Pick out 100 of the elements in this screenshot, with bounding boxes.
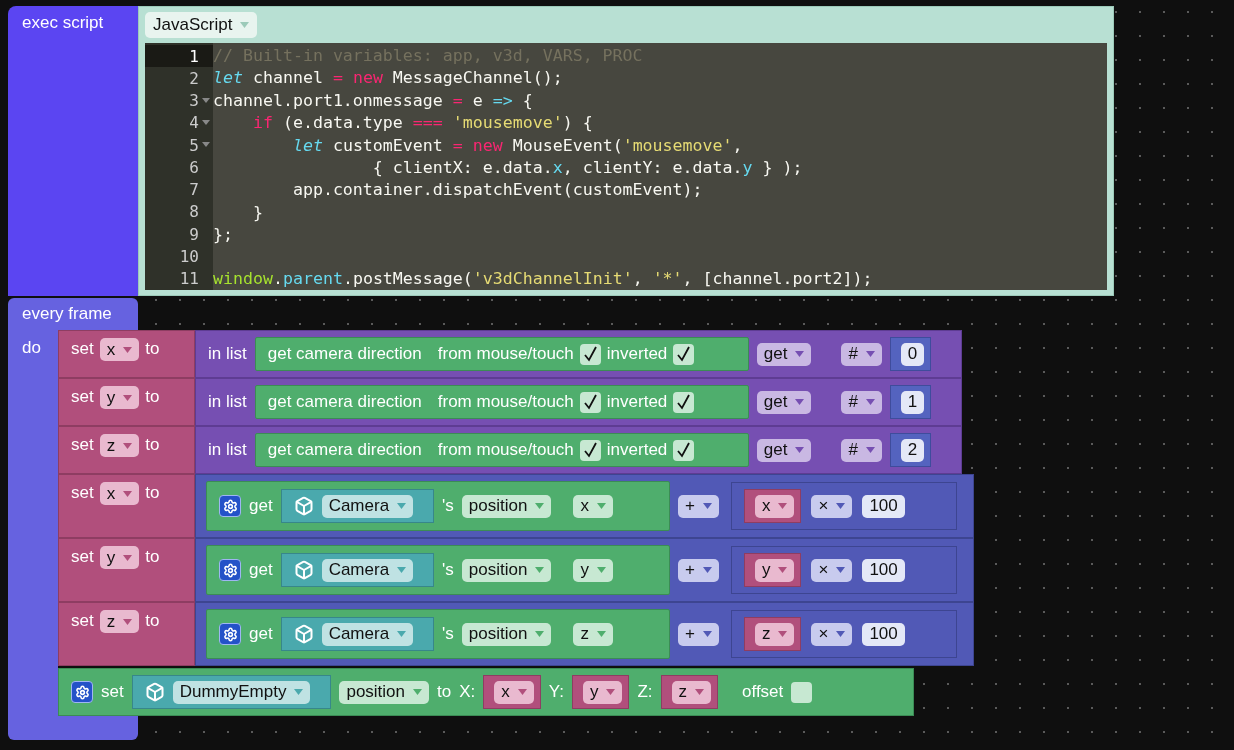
settings-icon[interactable] [219, 623, 241, 645]
number-field[interactable]: 100 [862, 494, 905, 518]
get-property-block[interactable]: get Camera 's position z [206, 609, 670, 659]
property-dropdown[interactable]: position [461, 558, 552, 582]
math-block[interactable]: get Camera 's position x + x × 100 [195, 474, 974, 538]
object-block[interactable]: DummyEmpty [131, 675, 332, 709]
index-dropdown[interactable]: # [841, 342, 882, 366]
operator-dropdown[interactable]: × [811, 622, 853, 646]
checkmark-icon [676, 346, 692, 362]
in-list-block[interactable]: in list get camera direction from mouse/touch inverted get # 0 [195, 330, 962, 378]
operator-dropdown[interactable]: × [811, 558, 853, 582]
object-dropdown[interactable]: Camera [321, 494, 414, 518]
checkbox[interactable] [673, 439, 695, 461]
settings-icon[interactable] [71, 681, 93, 703]
number-field[interactable]: 100 [862, 622, 905, 646]
in-list-block[interactable]: in list get camera direction from mouse/touch inverted get # 1 [195, 378, 962, 426]
axis-dropdown[interactable]: z [573, 622, 613, 646]
variable-dropdown[interactable]: x [99, 338, 140, 361]
variable-block[interactable]: y [571, 675, 630, 709]
number-field[interactable]: 100 [862, 558, 905, 582]
get-property-block[interactable]: get Camera 's position x [206, 481, 670, 531]
object-dropdown[interactable]: DummyEmpty [172, 680, 311, 704]
set-block[interactable]: set x to [58, 330, 195, 378]
variable-block[interactable]: x [743, 489, 802, 523]
variable-block[interactable]: x [483, 675, 541, 709]
variable-dropdown[interactable]: x [99, 482, 140, 505]
checkbox[interactable] [579, 439, 601, 461]
multiply-block[interactable]: y × 100 [730, 546, 957, 594]
line-number: 5 [145, 134, 213, 157]
language-dropdown[interactable]: JavaScript [145, 12, 258, 38]
number-block[interactable]: 1 [889, 385, 932, 419]
mode-dropdown[interactable]: get [756, 342, 812, 366]
settings-icon[interactable] [219, 495, 241, 517]
get-property-block[interactable]: get Camera 's position y [206, 545, 670, 595]
multiply-block[interactable]: z × 100 [730, 610, 957, 658]
set-block[interactable]: set z to [58, 426, 195, 474]
set-block[interactable]: set y to [58, 538, 195, 602]
property-dropdown[interactable]: position [461, 494, 552, 518]
set-block[interactable]: set y to [58, 378, 195, 426]
math-block[interactable]: get Camera 's position y + y × 100 [195, 538, 974, 602]
math-block[interactable]: get Camera 's position z + z × 100 [195, 602, 974, 666]
variable-dropdown[interactable]: z [754, 622, 795, 646]
exec-script-block[interactable]: exec script [8, 6, 138, 296]
block-label: get camera direction [267, 391, 422, 413]
caret-icon [865, 447, 875, 453]
variable-dropdown[interactable]: y [99, 386, 140, 409]
variable-dropdown[interactable]: x [754, 494, 795, 518]
variable-dropdown[interactable]: z [671, 680, 711, 704]
object-block[interactable]: Camera [280, 617, 435, 651]
fold-icon[interactable] [201, 97, 211, 104]
caret-icon [865, 351, 875, 357]
checkbox[interactable] [579, 343, 601, 365]
mode-dropdown[interactable]: get [756, 390, 812, 414]
variable-dropdown[interactable]: y [582, 680, 623, 704]
checkbox[interactable] [673, 343, 695, 365]
mode-dropdown[interactable]: get [756, 438, 812, 462]
set-block[interactable]: set z to [58, 602, 195, 666]
checkbox[interactable] [579, 391, 601, 413]
number-field[interactable]: 0 [900, 342, 925, 366]
set-object-block[interactable]: set DummyEmpty position to X: x Y: y Z: z offset [58, 668, 914, 716]
number-field[interactable]: 1 [900, 390, 925, 414]
block-label: Y: [548, 681, 564, 703]
variable-dropdown[interactable]: x [494, 680, 534, 704]
variable-dropdown[interactable]: z [99, 434, 140, 457]
code-editor[interactable] [145, 43, 1107, 290]
variable-dropdown[interactable]: y [99, 546, 140, 569]
variable-block[interactable]: y [743, 553, 802, 587]
axis-dropdown[interactable]: y [573, 558, 613, 582]
in-list-block[interactable]: in list get camera direction from mouse/touch inverted get # 2 [195, 426, 962, 474]
property-dropdown[interactable]: position [461, 622, 552, 646]
number-field[interactable]: 2 [900, 438, 925, 462]
checkbox[interactable] [673, 391, 695, 413]
block-label: get camera direction [267, 439, 422, 461]
variable-dropdown[interactable]: z [99, 610, 140, 633]
index-dropdown[interactable]: # [841, 438, 882, 462]
every-frame-block[interactable]: every frame [8, 298, 138, 330]
property-dropdown[interactable]: position [339, 680, 430, 704]
operator-dropdown[interactable]: + [678, 494, 719, 518]
variable-block[interactable]: z [660, 675, 718, 709]
number-block[interactable]: 2 [889, 433, 932, 467]
operator-dropdown[interactable]: + [678, 622, 719, 646]
set-block[interactable]: set x to [58, 474, 195, 538]
operator-dropdown[interactable]: × [811, 494, 853, 518]
object-block[interactable]: Camera [280, 489, 435, 523]
checkmark-icon [582, 442, 598, 458]
object-dropdown[interactable]: Camera [321, 622, 414, 646]
index-dropdown[interactable]: # [841, 390, 882, 414]
object-block[interactable]: Camera [280, 553, 435, 587]
settings-icon[interactable] [219, 559, 241, 581]
fold-icon[interactable] [201, 142, 211, 149]
axis-dropdown[interactable]: x [573, 494, 613, 518]
multiply-block[interactable]: x × 100 [730, 482, 957, 530]
number-block[interactable]: 0 [889, 337, 932, 371]
block-label: set [71, 434, 94, 456]
variable-dropdown[interactable]: y [754, 558, 795, 582]
checkbox[interactable] [791, 681, 813, 703]
object-dropdown[interactable]: Camera [321, 558, 414, 582]
fold-icon[interactable] [201, 119, 211, 126]
variable-block[interactable]: z [743, 617, 802, 651]
operator-dropdown[interactable]: + [678, 558, 719, 582]
